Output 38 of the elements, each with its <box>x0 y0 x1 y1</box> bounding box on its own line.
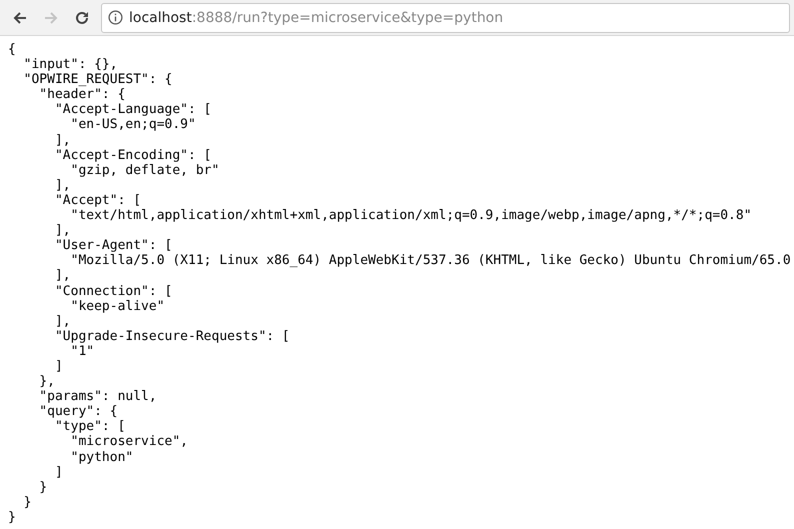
code-line: "query": { <box>38 404 118 420</box>
code-line: ], <box>54 268 71 284</box>
code-line: ] <box>54 358 63 374</box>
code-line: "Connection": [ <box>54 284 172 299</box>
code-line: "text/html,application/xhtml+xml,application/xml;q=0.9,image/webp,image/apng,*/*;q=0.8" <box>70 208 752 224</box>
code-line: ], <box>54 132 71 148</box>
code-line: } <box>8 510 16 525</box>
code-line: ], <box>54 178 71 193</box>
reload-icon <box>74 10 90 26</box>
code-line: ] <box>54 464 63 480</box>
code-line: { <box>8 42 16 58</box>
code-line: "en-US,en;q=0.9" <box>70 117 196 133</box>
code-line: "User-Agent": [ <box>54 238 172 254</box>
forward-arrow-icon <box>43 10 59 26</box>
code-line: "gzip, deflate, br" <box>70 162 220 178</box>
code-line: "microservice", <box>70 434 188 450</box>
url-text: localhost:8888/run?type=microservice&type=python <box>129 10 504 26</box>
code-line: "OPWIRE_REQUEST": { <box>22 72 172 88</box>
code-line: "Upgrade-Insecure-Requests": [ <box>54 328 290 344</box>
code-line: "Accept-Encoding": [ <box>54 148 212 163</box>
code-line: "keep-alive" <box>70 298 165 314</box>
code-line: "Accept-Language": [ <box>54 102 212 118</box>
address-field[interactable]: localhost:8888/run?type=microservice&type=python <box>101 2 790 32</box>
code-line: "type": [ <box>54 419 126 434</box>
code-line: "params": null, <box>38 389 157 404</box>
code-line: "Accept": [ <box>54 192 142 208</box>
code-line: "Mozilla/5.0 (X11; Linux x86_64) AppleWebKit/537.36 (KHTML, like Gecko) Ubuntu Chromium/65.0 <box>70 253 791 268</box>
code-line: "python" <box>70 450 134 465</box>
code-line: "input": {}, <box>22 57 118 72</box>
code-line: }, <box>38 374 55 390</box>
code-line: } <box>38 480 48 495</box>
code-line: ], <box>54 223 71 238</box>
info-icon <box>108 10 123 25</box>
code-line: } <box>22 494 32 510</box>
code-line: "1" <box>70 344 94 359</box>
back-arrow-icon <box>12 10 28 26</box>
code-line: ], <box>54 314 71 329</box>
code-line: "header": { <box>38 87 126 102</box>
